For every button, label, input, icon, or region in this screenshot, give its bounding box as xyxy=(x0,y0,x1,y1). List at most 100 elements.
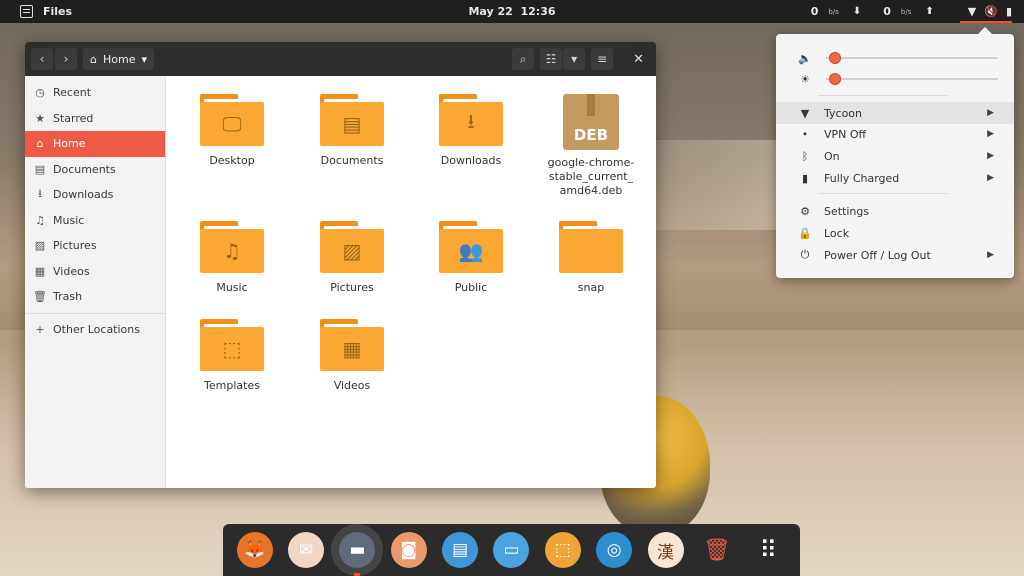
brightness-slider[interactable] xyxy=(826,73,998,85)
path-label: Home xyxy=(102,52,136,66)
remote-desktop-icon: ▭ xyxy=(503,540,520,560)
software-center-icon: ⬚ xyxy=(554,540,571,560)
file-item-videos[interactable]: ▦ Videos xyxy=(302,319,402,393)
path-bar-home[interactable]: ⌂ Home ▾ xyxy=(83,48,154,70)
sidebar-item-trash[interactable]: 🗑 Trash xyxy=(25,284,165,310)
clock-button[interactable]: May 22 12:36 xyxy=(468,5,555,18)
dock-trash-bin-button[interactable]: 🗑 xyxy=(699,532,735,568)
sidebar-item-documents[interactable]: ▤ Documents xyxy=(25,157,165,183)
sidebar-item-label: Videos xyxy=(53,264,90,278)
speaker-icon: ◙ xyxy=(400,540,418,560)
file-name: Templates xyxy=(204,379,260,392)
sidebar-item-label: Trash xyxy=(53,290,83,304)
dock-mail-button[interactable]: ✉ xyxy=(288,532,325,568)
volume-slider[interactable] xyxy=(826,52,998,64)
sidebar-item-pictures[interactable]: ▨ Pictures xyxy=(25,233,165,259)
home-icon: ⌂ xyxy=(36,137,44,151)
folder-glyph: ▦ xyxy=(342,337,362,361)
file-item-templates[interactable]: ⬚ Templates xyxy=(182,319,282,393)
sidebar-item-home[interactable]: ⌂ Home xyxy=(25,131,165,157)
sidebar: ◷ Recent ★ Starred ⌂ Home ▤ Documents ⭳ Downloads… xyxy=(25,76,166,488)
templates-folder-icon: ⬚ xyxy=(200,319,264,371)
volume-knob[interactable] xyxy=(829,52,842,64)
volume-muted-icon: 🔇 xyxy=(984,5,998,18)
back-button[interactable]: ‹ xyxy=(31,48,53,70)
file-item-downloads[interactable]: ⭳ Downloads xyxy=(421,94,521,168)
film-icon: ▦ xyxy=(34,264,46,278)
sidebar-item-starred[interactable]: ★ Starred xyxy=(25,106,165,132)
sidebar-item-label: Recent xyxy=(53,86,92,100)
menu-item-fully-charged[interactable]: ▮ Fully Charged ▶ xyxy=(776,167,1014,189)
deb-package-icon: DEB xyxy=(563,94,619,150)
menu-item-label: Fully Charged xyxy=(824,171,900,185)
view-options-button[interactable]: ▾ xyxy=(563,48,586,70)
menu-item-on[interactable]: ᛒ On ▶ xyxy=(776,145,1014,167)
brightness-slider-row: ☀ xyxy=(798,72,998,86)
menu-item-label: Power Off / Log Out xyxy=(824,248,931,262)
file-item-music[interactable]: ♫ Music xyxy=(182,221,282,295)
power-icon: ⏻ xyxy=(800,248,810,261)
sidebar-item-other-locations[interactable]: + Other Locations xyxy=(25,317,165,343)
file-item-documents[interactable]: ▤ Documents xyxy=(302,94,402,168)
dock-remote-desktop-button[interactable]: ▭ xyxy=(493,532,530,568)
file-name: Downloads xyxy=(440,154,502,167)
sidebar-item-music[interactable]: ♫ Music xyxy=(25,208,165,234)
menu-item-settings[interactable]: ⚙ Settings xyxy=(776,200,1014,222)
music-folder-icon: ♫ xyxy=(200,221,264,273)
close-button[interactable]: ✕ xyxy=(633,52,644,67)
dock-help-button[interactable]: ◎ xyxy=(596,532,633,568)
menu-item-label: Settings xyxy=(824,204,870,218)
menu-item-vpn-off[interactable]: ⬩ VPN Off ▶ xyxy=(776,123,1014,145)
folder-glyph: 👥 xyxy=(458,239,484,263)
folder-front: ▤ xyxy=(320,102,384,146)
file-item-google-chrome-stable-current-amd64-deb[interactable]: DEB google-chrome-stable_current_ amd64.de… xyxy=(541,94,641,198)
system-tray[interactable]: ▼ 🔇 ▮ xyxy=(968,5,1012,18)
folder-front: 🖵 xyxy=(200,102,264,146)
chevron-right-icon: ▶ xyxy=(987,129,994,139)
sidebar-item-label: Starred xyxy=(53,111,94,125)
bluetooth-icon: ᛒ xyxy=(801,149,809,163)
brightness-knob[interactable] xyxy=(829,73,842,85)
clock-icon: ◷ xyxy=(35,86,45,100)
list-view-button[interactable]: ☷ xyxy=(540,48,563,70)
dock-files-button[interactable]: ▬ xyxy=(339,532,376,576)
menu-button[interactable]: ≡ xyxy=(591,48,614,70)
sidebar-item-videos[interactable]: ▦ Videos xyxy=(25,259,165,285)
search-button[interactable]: ⌕ xyxy=(512,48,535,70)
dock-firefox-button[interactable]: 🦊 xyxy=(236,532,273,568)
menu-item-power-off-log-out[interactable]: ⏻ Power Off / Log Out ▶ xyxy=(776,244,1014,266)
status-indicators[interactable]: 0 b/s ⬇ 0 b/s ⬆ ▼ 🔇 ▮ xyxy=(811,0,1012,23)
menu-item-tycoon[interactable]: ▼ Tycoon ▶ xyxy=(776,102,1014,124)
menu-item-lock[interactable]: 🔒 Lock xyxy=(776,222,1014,244)
app-menu[interactable]: Files xyxy=(20,5,72,18)
sidebar-item-downloads[interactable]: ⭳ Downloads xyxy=(25,182,165,208)
dock-kanji-input-button[interactable]: 漢 xyxy=(647,532,684,568)
file-item-snap[interactable]: snap xyxy=(541,221,641,295)
dock-speaker-button[interactable]: ◙ xyxy=(390,532,427,568)
forward-button[interactable]: › xyxy=(55,48,77,70)
folder-front: ♫ xyxy=(200,229,264,273)
dock-software-center-button[interactable]: ⬚ xyxy=(544,532,581,568)
vpn-icon: ⬩ xyxy=(803,127,807,140)
files-window: ‹ › ⌂ Home ▾ ⌕ ☷ ▾ ≡ ✕ ◷ Recent ★ Starred ⌂ H… xyxy=(25,42,656,488)
file-item-public[interactable]: 👥 Public xyxy=(421,221,521,295)
file-item-pictures[interactable]: ▨ Pictures xyxy=(302,221,402,295)
home-icon: ⌂ xyxy=(90,52,97,66)
sidebar-item-recent[interactable]: ◷ Recent xyxy=(25,80,165,106)
volume-slider-row: 🔈 xyxy=(798,51,998,65)
file-name: Videos xyxy=(333,379,371,392)
folder-glyph: ▤ xyxy=(342,112,362,136)
package-strap xyxy=(587,94,595,116)
file-item-desktop[interactable]: 🖵 Desktop xyxy=(182,94,282,168)
arrow-down-icon: ⬇ xyxy=(852,6,862,17)
dock-text-editor-button[interactable]: ▤ xyxy=(442,532,479,568)
battery-icon: ▮ xyxy=(1005,5,1012,18)
trash-bin-icon: 🗑 xyxy=(702,537,731,563)
menu-item-label: On xyxy=(824,149,840,163)
folder-glyph: ♫ xyxy=(223,239,241,263)
dock-app-grid-button[interactable]: ⠿ xyxy=(750,532,786,568)
picture-icon: ▨ xyxy=(34,239,46,253)
view-toggle: ☷ ▾ xyxy=(540,48,586,70)
file-name: Music xyxy=(216,281,248,294)
documents-folder-icon: ▤ xyxy=(320,94,384,146)
